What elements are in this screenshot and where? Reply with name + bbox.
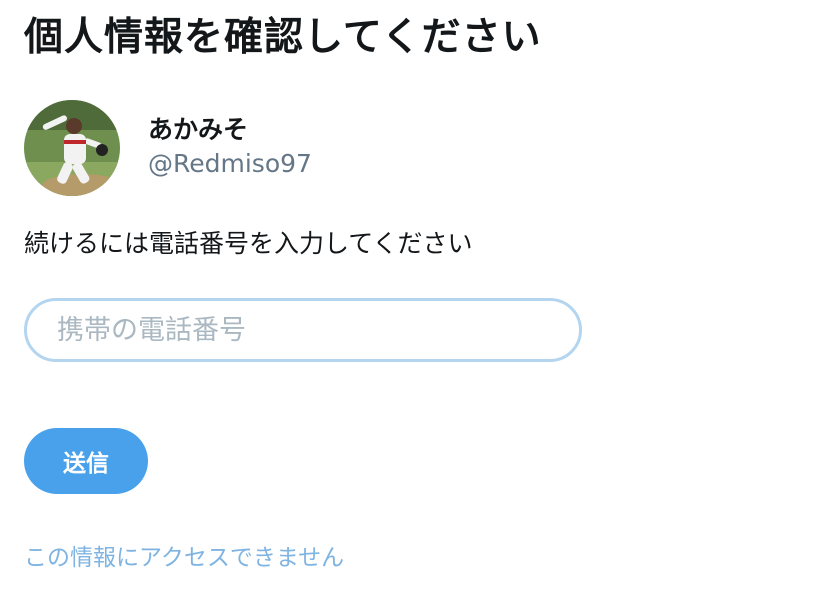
avatar-image <box>24 100 120 196</box>
no-access-link[interactable]: この情報にアクセスできません <box>24 538 344 572</box>
avatar <box>24 100 120 196</box>
display-name: あかみそ <box>148 115 249 144</box>
page-title: 個人情報を確認してください <box>24 15 542 60</box>
submit-button[interactable]: 送信 <box>24 428 148 494</box>
phone-number-input[interactable] <box>24 298 582 362</box>
user-handle: @Redmiso97 <box>148 149 312 178</box>
profile-names: あかみそ @Redmiso97 <box>148 114 312 182</box>
verify-page: 個人情報を確認してください あかみそ @Redmiso97 続けるには電話番号を… <box>0 0 828 598</box>
profile-card: あかみそ @Redmiso97 <box>24 100 312 196</box>
instruction-text: 続けるには電話番号を入力してください <box>24 229 473 258</box>
